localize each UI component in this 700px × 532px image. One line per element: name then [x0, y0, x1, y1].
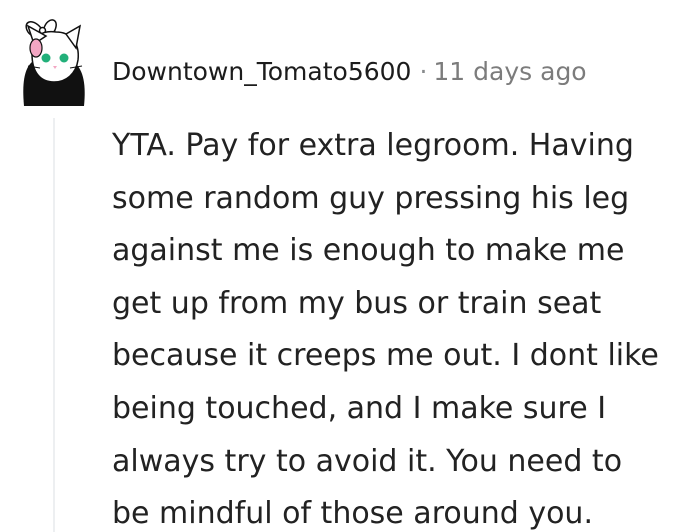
comment-body-line: some random guy pressing his leg — [112, 180, 630, 216]
comment-body-line: against me is enough to make me — [112, 233, 625, 269]
comment-body-line: because it creeps me out. I dont like — [112, 338, 659, 374]
user-avatar[interactable] — [14, 14, 102, 106]
comment-body-line: being touched, and I make sure I — [112, 390, 607, 426]
meta-separator: · — [419, 57, 428, 86]
comment: Downtown_Tomato5600 · 11 days ago YTA. Pay… — [0, 0, 700, 532]
timestamp-link[interactable]: 11 days ago — [433, 57, 586, 86]
comment-body-line: always try to avoid it. You need to — [112, 443, 623, 479]
comment-body-line: YTA. Pay for extra legroom. Having — [112, 128, 634, 163]
comment-body-line: get up from my bus or train seat — [112, 285, 602, 321]
thread-line[interactable] — [53, 118, 55, 532]
comment-body-line: be mindful of those around you. — [112, 496, 593, 532]
username-link[interactable]: Downtown_Tomato5600 — [112, 57, 411, 86]
comment-meta: Downtown_Tomato5600 · 11 days ago — [112, 56, 587, 88]
comment-body: YTA. Pay for extra legroom. Having some … — [112, 120, 700, 532]
